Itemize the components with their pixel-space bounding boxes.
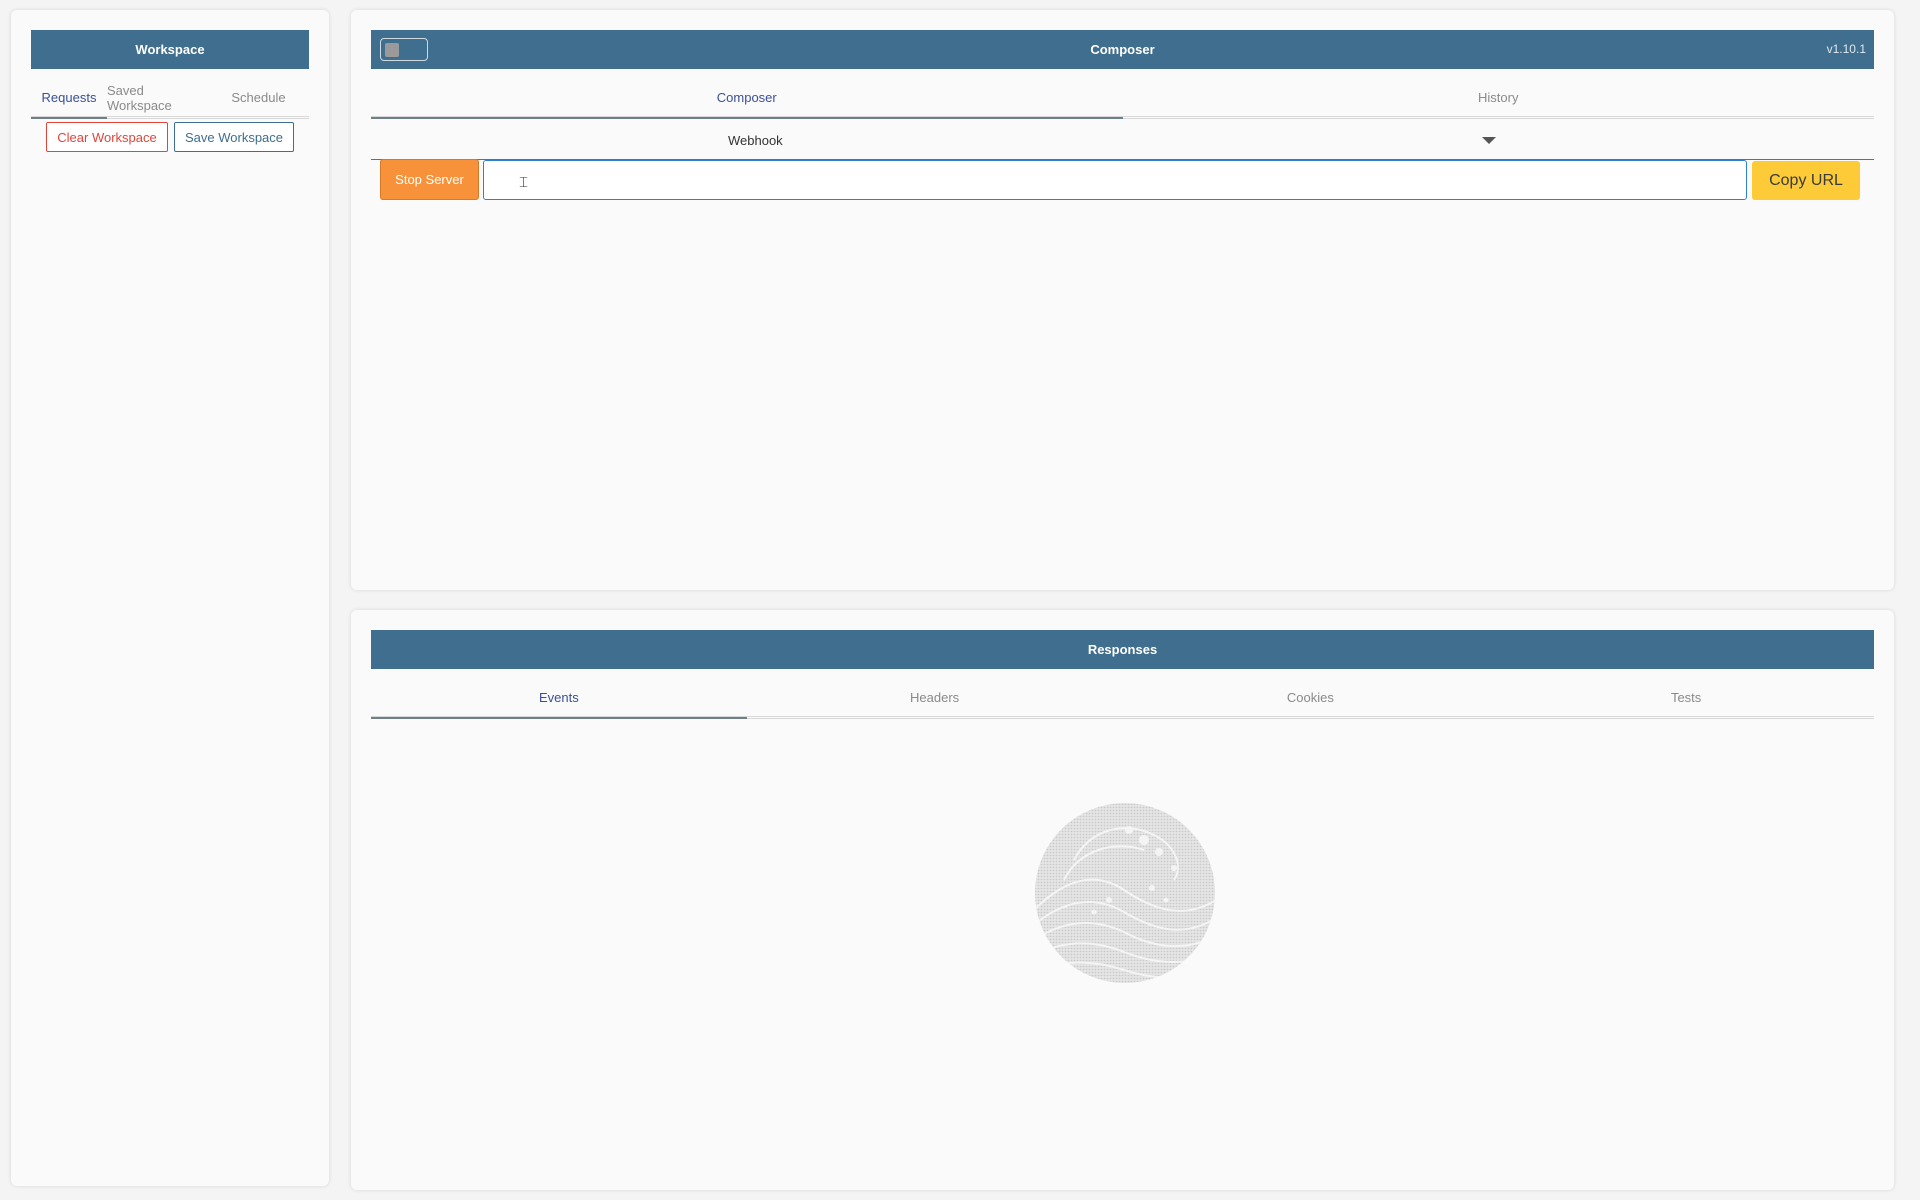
workspace-tabs: Requests Saved Workspace Schedule <box>31 79 309 119</box>
clear-workspace-button[interactable]: Clear Workspace <box>46 122 168 152</box>
stop-server-button[interactable]: Stop Server <box>380 159 479 200</box>
tab-events[interactable]: Events <box>371 679 747 719</box>
chevron-down-icon <box>1482 137 1496 144</box>
protocol-select-value: Webhook <box>728 133 783 148</box>
workspace-header: Workspace <box>31 30 309 69</box>
text-cursor-icon: ⌶ <box>519 174 529 191</box>
tab-tests[interactable]: Tests <box>1498 679 1874 716</box>
tab-headers[interactable]: Headers <box>747 679 1123 716</box>
tab-cookies[interactable]: Cookies <box>1123 679 1499 716</box>
tab-saved-workspace[interactable]: Saved Workspace <box>107 79 208 116</box>
copy-url-button[interactable]: Copy URL <box>1752 161 1860 200</box>
responses-header: Responses <box>371 630 1874 669</box>
composer-tabs: Composer History <box>371 79 1874 119</box>
tab-requests[interactable]: Requests <box>31 79 107 119</box>
toggle-knob <box>385 43 399 57</box>
tab-history[interactable]: History <box>1123 79 1875 116</box>
workspace-title: Workspace <box>135 42 205 57</box>
responses-title: Responses <box>1087 642 1158 657</box>
responses-tabs: Events Headers Cookies Tests <box>371 679 1874 719</box>
wave-logo-icon <box>1035 803 1215 983</box>
responses-panel: Responses Events Headers Cookies Tests <box>351 610 1894 1190</box>
composer-header: Composer v1.10.1 <box>371 30 1874 69</box>
dark-mode-toggle[interactable] <box>380 38 428 61</box>
webhook-url-input[interactable] <box>483 160 1747 200</box>
composer-panel: Composer v1.10.1 Composer History Webhoo… <box>351 10 1894 590</box>
workspace-panel: Workspace Requests Saved Workspace Sched… <box>11 10 329 1186</box>
tab-schedule[interactable]: Schedule <box>208 79 309 116</box>
version-label: v1.10.1 <box>1826 42 1866 56</box>
protocol-select[interactable]: Webhook <box>371 121 1874 160</box>
composer-title: Composer <box>1090 42 1155 57</box>
save-workspace-button[interactable]: Save Workspace <box>174 122 294 152</box>
tab-composer[interactable]: Composer <box>371 79 1123 119</box>
